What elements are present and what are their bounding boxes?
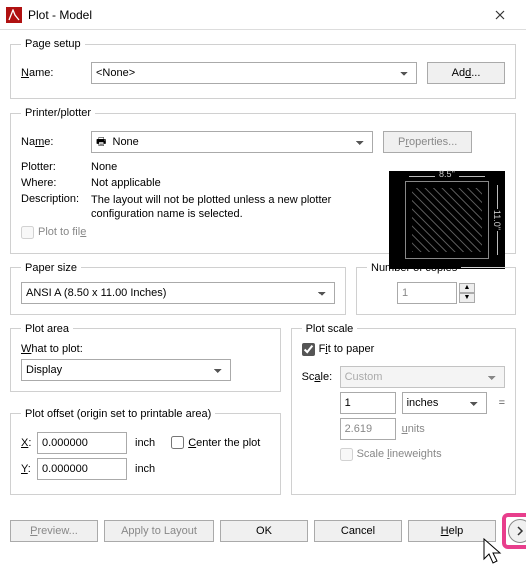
what-to-plot-combo[interactable]: Display xyxy=(21,359,231,381)
add-button[interactable]: Add... xyxy=(427,62,505,84)
expand-button[interactable] xyxy=(508,519,526,543)
printer-legend: Printer/plotter xyxy=(21,107,95,119)
where-value: Not applicable xyxy=(91,177,161,189)
printer-group: Printer/plotter Name: 🖶 None Properties.… xyxy=(10,107,516,254)
center-plot-checkbox[interactable]: Center the plot xyxy=(171,436,260,449)
equals-icon: = xyxy=(499,397,505,409)
scale-combo: Custom xyxy=(340,366,505,388)
paper-size-legend: Paper size xyxy=(21,262,81,274)
scale-denominator: 2.619 xyxy=(340,418,396,440)
paper-size-combo[interactable]: ANSI A (8.50 x 11.00 Inches) xyxy=(21,282,335,304)
chevron-right-icon xyxy=(515,526,525,536)
scale-numerator[interactable]: 1 xyxy=(340,392,396,414)
copies-legend: Number of copies xyxy=(367,262,461,274)
description-label: Description: xyxy=(21,193,91,205)
printer-name-label: Name: xyxy=(21,136,91,148)
plot-offset-legend: Plot offset (origin set to printable are… xyxy=(21,408,215,420)
spin-up-icon: ▲ xyxy=(459,283,475,293)
title-bar: Plot - Model xyxy=(0,0,526,30)
scale-label: Scale: xyxy=(302,371,340,383)
page-setup-name-combo[interactable]: <None> xyxy=(91,62,417,84)
preview-height: 11.0'' xyxy=(492,210,502,230)
plot-offset-group: Plot offset (origin set to printable are… xyxy=(10,408,281,495)
plot-area-group: Plot area What to plot: Display xyxy=(10,323,281,392)
fit-to-paper-checkbox[interactable]: Fit to paper xyxy=(302,343,375,356)
scale-lineweights-checkbox: Scale lineweights xyxy=(340,448,442,461)
plot-area-legend: Plot area xyxy=(21,323,73,335)
y-input[interactable] xyxy=(37,458,127,480)
scale-denom-unit: units xyxy=(402,423,425,435)
y-label: Y: xyxy=(21,463,37,475)
y-unit: inch xyxy=(135,463,155,475)
cursor-pointer-icon xyxy=(480,537,510,567)
cancel-button[interactable]: Cancel xyxy=(314,520,402,542)
where-label: Where: xyxy=(21,177,91,189)
page-setup-name-label: Name: xyxy=(21,67,91,79)
plot-to-file-checkbox[interactable]: Plot to file xyxy=(21,226,86,239)
page-setup-legend: Page setup xyxy=(21,38,85,50)
x-unit: inch xyxy=(135,437,155,449)
x-label: X: xyxy=(21,437,37,449)
printer-name-combo[interactable]: 🖶 None xyxy=(91,131,373,153)
spin-down-icon: ▼ xyxy=(459,293,475,303)
close-button[interactable] xyxy=(480,0,520,30)
window-title: Plot - Model xyxy=(28,8,480,22)
preview-width: 8.5'' xyxy=(409,169,485,179)
x-input[interactable] xyxy=(37,432,127,454)
plot-scale-group: Plot scale Fit to paper Scale: Custom 1 … xyxy=(291,323,516,495)
preview-button[interactable]: Preview... xyxy=(10,520,98,542)
properties-button: Properties... xyxy=(383,131,472,153)
what-to-plot-label: What to plot: xyxy=(21,343,270,355)
copies-spinner: ▲ ▼ xyxy=(459,283,475,303)
close-icon xyxy=(495,10,505,20)
scale-unit-combo[interactable]: inches xyxy=(402,392,487,414)
paper-size-group: Paper size ANSI A (8.50 x 11.00 Inches) xyxy=(10,262,346,315)
plot-scale-legend: Plot scale xyxy=(302,323,358,335)
app-icon xyxy=(6,7,22,23)
plotter-label: Plotter: xyxy=(21,161,91,173)
copies-group: Number of copies 1 ▲ ▼ xyxy=(356,262,516,315)
description-value: The layout will not be plotted unless a … xyxy=(91,193,361,222)
apply-to-layout-button: Apply to Layout xyxy=(104,520,214,542)
paper-preview: 8.5'' 11.0'' xyxy=(389,171,505,269)
page-setup-group: Page setup Name: <None> Add... xyxy=(10,38,516,99)
ok-button[interactable]: OK xyxy=(220,520,308,542)
plotter-value: None xyxy=(91,161,117,173)
copies-input: 1 xyxy=(397,282,457,304)
